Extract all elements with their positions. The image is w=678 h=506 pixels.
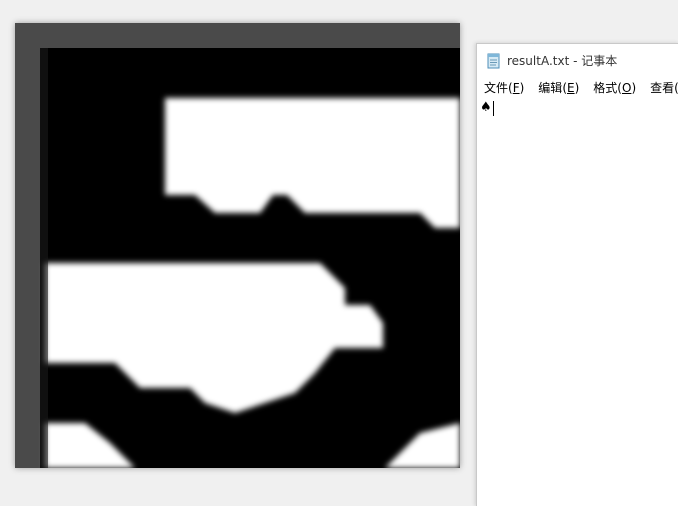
menu-edit-label: 编辑 [538,81,563,95]
window-title: resultA.txt - 记事本 [507,54,618,68]
notepad-titlebar[interactable]: resultA.txt - 记事本 [477,44,678,77]
editor-line: ♠ [480,100,678,116]
menu-view-label: 查看 [650,81,675,95]
menu-file[interactable]: 文件(F) [484,79,524,96]
menu-format[interactable]: 格式(O) [593,79,636,96]
menu-file-accel: F [512,81,520,95]
menu-edit-accel: E [567,81,575,95]
text-caret [492,100,494,116]
menu-format-accel: O [621,81,632,95]
menu-format-label: 格式 [593,81,618,95]
menu-file-label: 文件 [484,81,509,95]
menu-view[interactable]: 查看(V) [650,79,678,96]
notepad-window: resultA.txt - 记事本 文件(F) 编辑(E) 格式(O) 查看(V… [476,43,678,506]
image-viewer-window [15,23,460,468]
menu-edit[interactable]: 编辑(E) [538,79,579,96]
text-editor-area[interactable]: ♠ [477,98,678,506]
menu-bar: 文件(F) 编辑(E) 格式(O) 查看(V) [477,77,678,98]
notepad-icon [486,53,502,69]
zoomed-image-canvas [15,23,460,468]
spade-glyph: ♠ [480,100,492,115]
